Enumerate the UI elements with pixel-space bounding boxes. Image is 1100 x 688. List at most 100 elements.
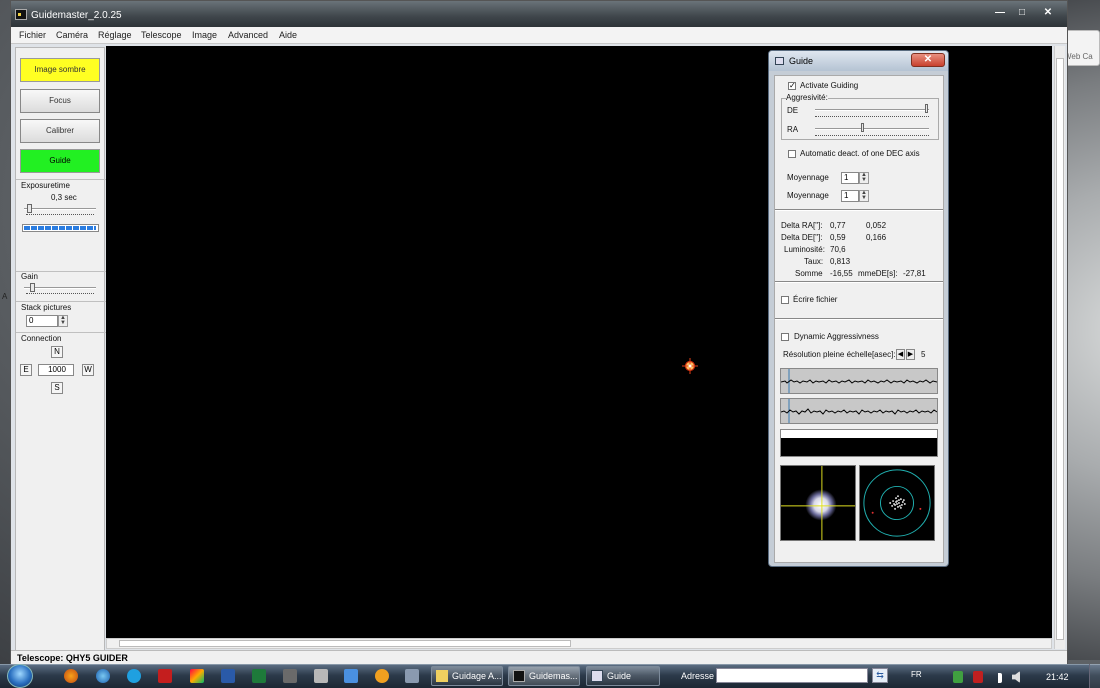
minimize-button[interactable]: — (989, 5, 1011, 21)
menu-telescope[interactable]: Telescope (141, 30, 182, 40)
media-app-icon[interactable] (190, 669, 204, 683)
connection-label: Connection (21, 334, 62, 343)
focus-button[interactable]: Focus (20, 89, 100, 113)
rate-value: 0,813 (830, 257, 851, 266)
guide-button[interactable]: Guide (20, 149, 100, 173)
language-indicator[interactable]: FR (911, 670, 922, 679)
horizontal-scrollbar[interactable] (106, 638, 1052, 649)
menu-fichier[interactable]: Fichier (19, 30, 46, 40)
auto-deact-dec-checkbox[interactable] (788, 150, 796, 158)
system-clock[interactable]: 21:42 (1046, 672, 1069, 682)
close-button[interactable]: ✕ (1033, 5, 1063, 21)
windows-explorer-icon[interactable] (344, 669, 358, 683)
tray-app-icon[interactable] (953, 671, 963, 683)
west-button[interactable]: W (82, 364, 94, 376)
guide-window-icon (775, 57, 784, 65)
window-title: Guidemaster_2.0.25 (31, 10, 122, 21)
guidemaster-app-icon (513, 670, 525, 682)
taskbar-task-guidage[interactable]: Guidage A... (431, 666, 503, 686)
resolution-decrease-button[interactable]: ◀ (896, 349, 905, 360)
status-text: Telescope: QHY5 GUIDER (17, 653, 128, 663)
guide-close-button[interactable]: ✕ (911, 53, 945, 67)
exposure-value: 0,3 sec (51, 193, 77, 202)
menu-bar: Fichier Caméra Réglage Telescope Image A… (11, 27, 1067, 44)
horizontal-scroll-thumb[interactable] (119, 640, 571, 647)
moyennage-ra-spinner[interactable]: ▲ ▼ (859, 172, 869, 184)
resolution-value: 5 (921, 350, 926, 359)
north-button[interactable]: N (51, 346, 63, 358)
word-icon[interactable] (221, 669, 235, 683)
write-file-label: Écrire fichier (793, 295, 838, 304)
separator (775, 318, 943, 320)
taskbar-task-label: Guidemas... (529, 671, 578, 681)
menu-camera[interactable]: Caméra (56, 30, 88, 40)
firefox-icon[interactable] (64, 669, 78, 683)
guide-title-bar[interactable]: Guide ✕ (769, 51, 948, 71)
rate-label: Taux: (804, 257, 824, 266)
guide-star-marker (682, 358, 698, 374)
filezilla-icon[interactable] (158, 669, 172, 683)
maximize-button[interactable]: □ (1011, 5, 1033, 21)
delta-de-value: 0,59 (830, 233, 846, 242)
moyennage-de-spinner[interactable]: ▲ ▼ (859, 190, 869, 202)
internet-explorer-icon[interactable] (96, 669, 110, 683)
address-toolbar-label: Adresse (681, 671, 715, 681)
network-status-icon[interactable] (973, 671, 983, 683)
aggressivity-label: Aggresivité: (786, 93, 828, 102)
media-player-icon[interactable] (375, 669, 389, 683)
guiding-scatter-thumbnail (859, 465, 935, 541)
skype-icon[interactable] (127, 669, 141, 683)
activate-guiding-checkbox[interactable]: ✓ (788, 82, 796, 90)
system-tool-icon[interactable] (314, 669, 328, 683)
delta-ra-label: Delta RA["]: (781, 221, 823, 230)
start-button[interactable] (7, 664, 33, 688)
correction-graph (780, 429, 938, 457)
menu-image[interactable]: Image (192, 30, 217, 40)
signal-strength-icon[interactable] (992, 673, 1002, 683)
vertical-scroll-thumb[interactable] (1056, 58, 1064, 640)
address-input[interactable] (716, 668, 868, 683)
taskbar-task-label: Guidage A... (452, 671, 502, 681)
moyennage-ra-input[interactable]: 1 (841, 172, 859, 184)
title-bar[interactable]: Guidemaster_2.0.25 — □ ✕ (11, 1, 1067, 27)
sum-row: Somme -16,55 mmeDE[s]: -27,81 (775, 268, 943, 278)
menu-advanced[interactable]: Advanced (228, 30, 268, 40)
ra-error-graph (780, 368, 938, 394)
guide-window-icon (591, 670, 603, 682)
ra-aggressivity-slider[interactable] (861, 123, 864, 132)
utility-icon[interactable] (283, 669, 297, 683)
dynamic-aggressiveness-checkbox[interactable] (781, 333, 789, 341)
calibrate-button[interactable]: Calibrer (20, 119, 100, 143)
remote-desktop-icon[interactable] (405, 669, 419, 683)
vertical-scrollbar[interactable] (1054, 46, 1065, 649)
taskbar-task-guidemaster[interactable]: Guidemas... (508, 666, 580, 686)
star-profile-thumbnail (780, 465, 856, 541)
ra-error-trace (780, 369, 938, 393)
stack-group: Stack pictures 0 ▲ ▼ (16, 301, 106, 331)
south-button[interactable]: S (51, 382, 63, 394)
stack-spinner[interactable]: ▲ ▼ (58, 315, 68, 327)
guide-window: Guide ✕ ✓ Activate Guiding Aggresivité: … (768, 50, 949, 567)
webcam-gadget-label: Web Ca (1064, 52, 1093, 61)
sum-de-label: mmeDE[s]: (858, 269, 898, 278)
delta-de-label: Delta DE["]: (781, 233, 823, 242)
stack-input[interactable]: 0 (26, 315, 58, 327)
show-desktop-button[interactable] (1089, 664, 1100, 688)
app-icon (15, 9, 27, 20)
address-go-icon[interactable]: ⇆ (872, 668, 888, 683)
de-slider-track (815, 109, 929, 111)
write-file-checkbox[interactable] (781, 296, 789, 304)
de-aggressivity-slider[interactable] (925, 104, 928, 113)
menu-aide[interactable]: Aide (279, 30, 297, 40)
pulse-duration-input[interactable]: 1000 (38, 364, 74, 376)
moyennage-de-input[interactable]: 1 (841, 190, 859, 202)
moyennage-de-label: Moyennage (787, 191, 829, 200)
guide-panel: ✓ Activate Guiding Aggresivité: DE RA Au… (774, 75, 944, 563)
taskbar-task-guide[interactable]: Guide (586, 666, 660, 686)
east-button[interactable]: E (20, 364, 32, 376)
delta-de-rms: 0,166 (866, 233, 887, 242)
menu-reglage[interactable]: Réglage (98, 30, 132, 40)
dark-image-button[interactable]: Image sombre (20, 58, 100, 82)
excel-icon[interactable] (252, 669, 266, 683)
resolution-increase-button[interactable]: ▶ (906, 349, 915, 360)
